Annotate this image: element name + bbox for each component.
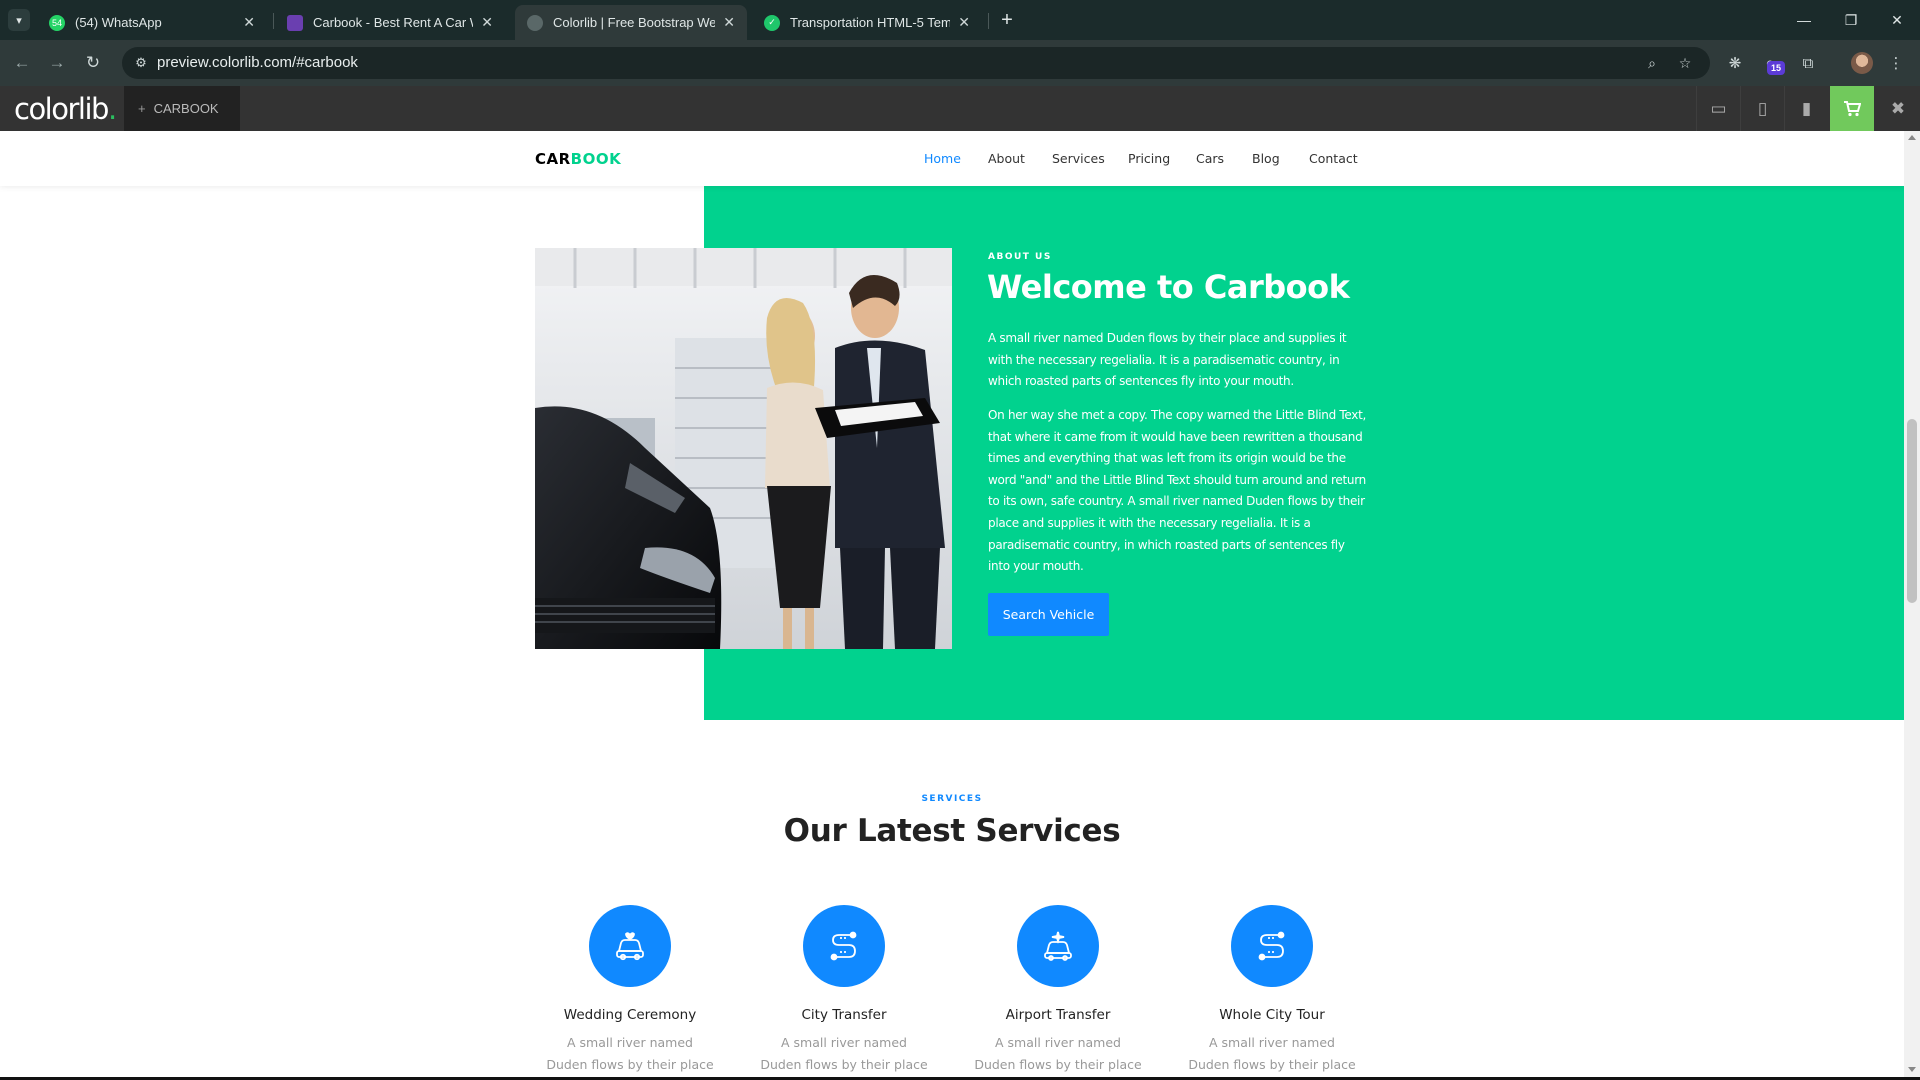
bookmark-star-icon[interactable]: ☆ [1675, 54, 1695, 72]
globe-icon [527, 14, 543, 31]
check-icon: ✓ [764, 14, 780, 31]
wedding-car-icon [589, 905, 671, 987]
about-paragraph-2: On her way she met a copy. The copy warn… [988, 408, 1366, 574]
extension-badge-count: 15 [1767, 61, 1785, 75]
minimize-icon[interactable]: — [1790, 6, 1818, 34]
colorlib-preview-bar: colorlib. + CARBOOK ▭ ▯ ▮ ✖ [0, 86, 1920, 131]
tab-title: Transportation HTML-5 Templat [790, 15, 951, 30]
about-paragraph-1: A small river named Duden flows by their… [988, 331, 1347, 389]
back-icon[interactable]: ← [9, 50, 35, 76]
tab-search-chevron-icon[interactable]: ▾ [8, 9, 30, 31]
extensions-puzzle-icon[interactable]: ⧉ [1795, 50, 1821, 76]
service-name: City Transfer [801, 1007, 887, 1023]
page-scrollbar[interactable] [1904, 131, 1920, 1077]
city-tour-icon [1231, 905, 1313, 987]
brand-part-book: BOOK [570, 150, 622, 168]
route-icon [803, 905, 885, 987]
mobile-view-icon[interactable]: ▮ [1784, 86, 1828, 131]
airport-car-icon [1017, 905, 1099, 987]
tab-separator [988, 13, 989, 29]
tab-title: (54) WhatsApp [75, 15, 162, 30]
logo-text: colorlib [14, 92, 109, 126]
site-brand-logo[interactable]: CARBOOK [535, 150, 621, 168]
project-selector[interactable]: + CARBOOK [124, 86, 240, 131]
close-tab-icon[interactable]: ✕ [723, 14, 735, 31]
service-description: A small river named Duden flows by their… [546, 1035, 714, 1072]
plus-icon: + [138, 101, 146, 116]
url-text[interactable]: preview.colorlib.com/#carbook [157, 54, 358, 71]
service-name: Airport Transfer [1005, 1007, 1111, 1023]
scrollbar-thumb[interactable] [1907, 419, 1917, 603]
address-bar[interactable]: ⚙ preview.colorlib.com/#carbook ⌕ ☆ [122, 47, 1710, 79]
tab-carbook[interactable]: Carbook - Best Rent A Car Websi ✕ [275, 5, 505, 40]
logo-dot: . [107, 92, 117, 126]
brand-part-car: CAR [535, 150, 571, 168]
site-header: CARBOOK Home About Services Pricing Cars… [0, 131, 1904, 186]
tablet-view-icon[interactable]: ▯ [1740, 86, 1784, 131]
service-description: A small river named Duden flows by their… [1188, 1035, 1356, 1072]
service-description: A small river named Duden flows by their… [974, 1035, 1142, 1072]
nav-blog[interactable]: Blog [1252, 151, 1280, 166]
nav-home[interactable]: Home [924, 151, 961, 166]
service-card[interactable]: Wedding Ceremony A small river named Dud… [535, 905, 725, 1077]
service-name: Whole City Tour [1219, 1007, 1325, 1023]
nav-contact[interactable]: Contact [1309, 151, 1358, 166]
cart-icon[interactable] [1830, 86, 1874, 131]
tab-whatsapp[interactable]: 54 (54) WhatsApp ✕ [37, 5, 267, 40]
website-viewport: CARBOOK Home About Services Pricing Cars… [0, 131, 1904, 1077]
site-info-icon[interactable]: ⚙ [132, 54, 150, 72]
search-vehicle-button[interactable]: Search Vehicle [988, 593, 1109, 636]
desktop-view-icon[interactable]: ▭ [1696, 86, 1740, 131]
service-card[interactable]: City Transfer A small river named Duden … [749, 905, 939, 1077]
browser-tab-strip: ▾ 54 (54) WhatsApp ✕ Carbook - Best Rent… [0, 0, 1920, 40]
service-name: Wedding Ceremony [563, 1007, 697, 1023]
close-tab-icon[interactable]: ✕ [243, 14, 255, 31]
close-preview-icon[interactable]: ✖ [1876, 86, 1920, 131]
tab-title: Carbook - Best Rent A Car Websi [313, 15, 473, 30]
restore-icon[interactable]: ❐ [1837, 6, 1865, 34]
nav-about[interactable]: About [988, 151, 1025, 166]
scroll-down-arrow-icon[interactable] [1908, 1067, 1916, 1072]
nav-services[interactable]: Services [1052, 151, 1105, 166]
tab-transportation[interactable]: ✓ Transportation HTML-5 Templat ✕ [752, 5, 982, 40]
tab-separator [273, 13, 274, 29]
kebab-menu-icon[interactable]: ⋮ [1883, 50, 1909, 76]
tab-colorlib-active[interactable]: Colorlib | Free Bootstrap Websi ✕ [515, 5, 747, 40]
zoom-icon[interactable]: ⌕ [1642, 54, 1662, 72]
about-photo-couple-with-car [535, 248, 952, 649]
services-subheading: SERVICES [921, 794, 983, 804]
tab-title: Colorlib | Free Bootstrap Websi [553, 15, 716, 30]
extension-icon[interactable]: ❋ [1722, 50, 1748, 76]
scroll-up-arrow-icon[interactable] [1908, 135, 1916, 140]
about-title: Welcome to Carbook [987, 268, 1350, 306]
service-description: A small river named Duden flows by their… [760, 1035, 928, 1072]
colorlib-logo[interactable]: colorlib. [14, 92, 117, 126]
new-tab-button[interactable]: + [995, 8, 1019, 32]
close-tab-icon[interactable]: ✕ [958, 14, 970, 31]
service-card[interactable]: Airport Transfer A small river named Dud… [963, 905, 1153, 1077]
colorlib-favicon [287, 14, 303, 31]
browser-toolbar: ← → ↻ ⚙ preview.colorlib.com/#carbook ⌕ … [0, 40, 1920, 86]
reload-icon[interactable]: ↻ [80, 50, 106, 76]
service-card[interactable]: Whole City Tour A small river named Dude… [1177, 905, 1367, 1077]
close-window-icon[interactable]: ✕ [1883, 6, 1911, 34]
nav-cars[interactable]: Cars [1196, 151, 1224, 166]
project-name: CARBOOK [153, 101, 219, 116]
close-tab-icon[interactable]: ✕ [481, 14, 493, 31]
about-subheading: ABOUT US [988, 252, 1052, 262]
services-title: Our Latest Services [783, 813, 1121, 849]
nav-pricing[interactable]: Pricing [1128, 151, 1170, 166]
forward-icon[interactable]: → [44, 50, 70, 76]
profile-avatar[interactable] [1851, 52, 1873, 74]
whatsapp-icon: 54 [49, 14, 65, 31]
